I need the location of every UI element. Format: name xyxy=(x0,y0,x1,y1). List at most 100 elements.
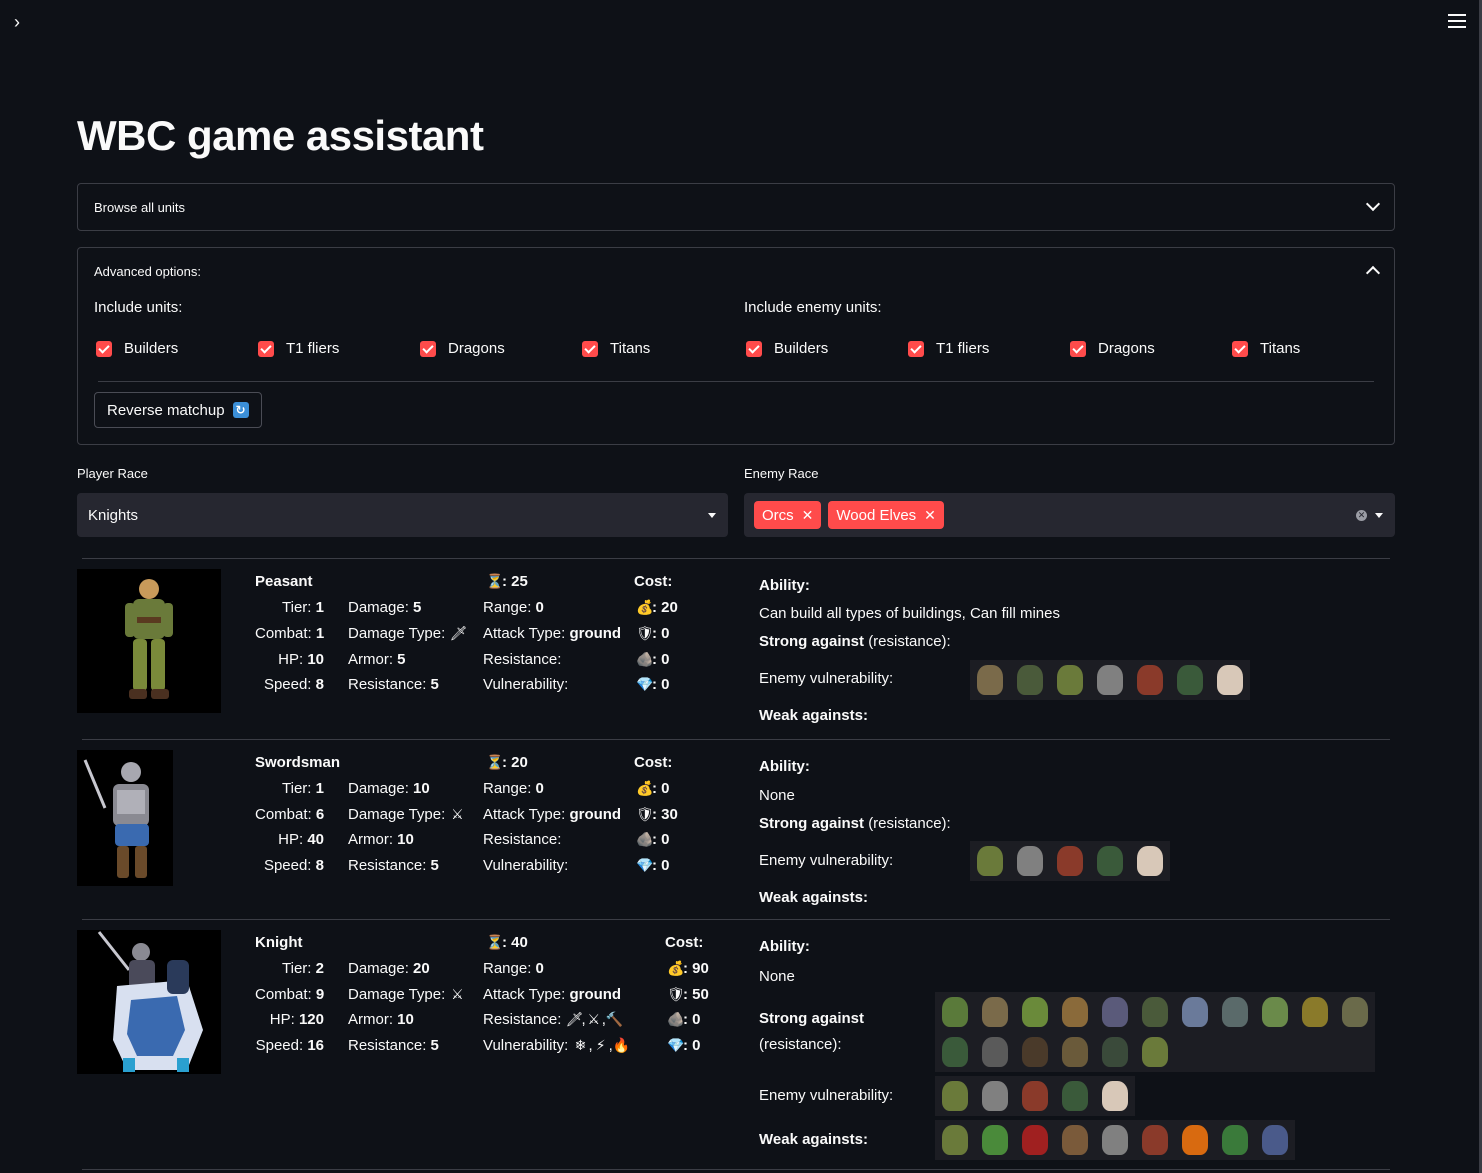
sidebar-toggle-icon[interactable]: › xyxy=(14,12,20,33)
enemy-unit-thumbnail xyxy=(1055,1032,1095,1072)
unit-damage-type: Damage Type: 🗡 xyxy=(348,625,468,642)
remove-tag-icon[interactable]: ✕ xyxy=(924,507,936,524)
remove-tag-icon[interactable]: ✕ xyxy=(802,507,814,524)
shield-icon: 🛡 xyxy=(636,806,654,822)
unit-armor: Armor: 10 xyxy=(348,831,414,848)
checkbox-t1-fliers[interactable]: T1 fliers xyxy=(258,340,420,357)
unit-damage: Damage: 10 xyxy=(348,780,430,797)
strong-against-label: Strong against (resistance): xyxy=(759,815,951,832)
browse-units-expander[interactable]: Browse all units xyxy=(77,183,1395,231)
stone-icon: 🪨 xyxy=(667,1011,685,1027)
unit-resistance: Resistance: 5 xyxy=(348,857,439,874)
enemy-unit-thumbnail xyxy=(970,660,1010,700)
reverse-matchup-button[interactable]: Reverse matchup ↻ xyxy=(94,392,262,428)
checkbox-titans[interactable]: Titans xyxy=(582,340,744,357)
checkbox-enemy-builders[interactable]: Builders xyxy=(746,340,908,357)
enemy-unit-thumbnail xyxy=(975,1120,1015,1160)
enemy-unit-thumbnail xyxy=(1215,1120,1255,1160)
unit-damage: Damage: 5 xyxy=(348,599,422,616)
unit-name: Peasant xyxy=(255,573,313,590)
checkbox-enemy-dragons[interactable]: Dragons xyxy=(1070,340,1232,357)
unit-vulnerability: Vulnerability: ❄, ⚡ ,🔥 xyxy=(483,1037,631,1054)
enemy-unit-thumbnail xyxy=(1135,1120,1175,1160)
enemy-unit-thumbnail xyxy=(1135,1032,1175,1072)
snowflake-icon: ❄ xyxy=(574,1037,587,1053)
gold-bag-icon: 💰 xyxy=(636,780,654,796)
cost-gold: 💰: 20 xyxy=(636,599,678,616)
enemy-unit-thumbnail xyxy=(1010,660,1050,700)
enemy-unit-thumbnail xyxy=(1255,992,1295,1032)
include-units-label: Include units: xyxy=(94,299,183,316)
unit-card-peasant: Peasant Tier: 1 Combat: 1 HP: 10 Speed: … xyxy=(77,569,1395,739)
enemy-unit-thumbnail xyxy=(1215,992,1255,1032)
enemy-race-multiselect[interactable]: Orcs ✕ Wood Elves ✕ ✕ xyxy=(744,493,1395,537)
enemy-unit-thumbnail xyxy=(1335,992,1375,1032)
dropdown-caret-icon xyxy=(708,513,716,518)
unit-tier: Tier: 1 xyxy=(282,599,324,616)
checkbox-dragons[interactable]: Dragons xyxy=(420,340,582,357)
hourglass-icon: ⏳ xyxy=(486,754,504,770)
gem-icon: 💎 xyxy=(636,676,654,692)
enemy-unit-thumbnail xyxy=(1175,1120,1215,1160)
hamburger-menu-icon[interactable] xyxy=(1448,14,1466,32)
enemy-unit-thumbnail xyxy=(1015,1120,1055,1160)
include-units-checkboxes: Builders T1 fliers Dragons Titans xyxy=(96,340,744,357)
enemy-unit-thumbnail xyxy=(1055,1076,1095,1116)
enemy-race-label: Enemy Race xyxy=(744,466,819,481)
divider xyxy=(82,919,1390,920)
enemy-unit-thumbnail xyxy=(1295,992,1335,1032)
cost-gem: 💎: 0 xyxy=(636,857,670,874)
enemy-unit-thumbnail xyxy=(1095,1032,1135,1072)
weak-against-label: Weak againsts: xyxy=(759,707,868,724)
cost-stone: 🪨: 0 xyxy=(667,1011,701,1028)
unit-vulnerability: Vulnerability: xyxy=(483,676,569,693)
unit-name: Knight xyxy=(255,934,303,951)
enemy-unit-thumbnail xyxy=(1095,1120,1135,1160)
cost-wood: 🛡: 50 xyxy=(667,986,709,1003)
enemy-vulnerability-icons xyxy=(970,841,1170,881)
include-enemy-units-label: Include enemy units: xyxy=(744,299,882,316)
cost-stone: 🪨: 0 xyxy=(636,831,670,848)
clear-all-icon[interactable]: ✕ xyxy=(1356,510,1367,521)
unit-build-time: ⏳: 20 xyxy=(486,754,528,771)
gem-icon: 💎 xyxy=(636,857,654,873)
unit-range: Range: 0 xyxy=(483,960,544,977)
enemy-unit-thumbnail xyxy=(1095,992,1135,1032)
ability-text: None xyxy=(759,787,795,804)
page-title: WBC game assistant xyxy=(77,112,484,159)
checkbox-enemy-t1-fliers[interactable]: T1 fliers xyxy=(908,340,1070,357)
player-race-select[interactable]: Knights xyxy=(77,493,728,537)
unit-portrait xyxy=(77,930,221,1074)
enemy-unit-thumbnail xyxy=(1015,992,1055,1032)
player-race-label: Player Race xyxy=(77,466,148,481)
enemy-unit-thumbnail xyxy=(1210,660,1250,700)
unit-range: Range: 0 xyxy=(483,780,544,797)
checkbox-enemy-titans[interactable]: Titans xyxy=(1232,340,1394,357)
hourglass-icon: ⏳ xyxy=(486,934,504,950)
strong-against-label: Strong against (resistance): xyxy=(759,633,951,650)
unit-cost-label: Cost: xyxy=(634,754,673,771)
strong-against-paren: (resistance): xyxy=(759,1036,842,1053)
unit-build-time: ⏳: 25 xyxy=(486,573,528,590)
unit-combat: Combat: 1 xyxy=(255,625,325,642)
unit-portrait xyxy=(77,750,173,886)
enemy-unit-thumbnail xyxy=(935,1076,975,1116)
crossed-swords-icon: ⚔ xyxy=(587,1011,600,1027)
unit-armor: Armor: 5 xyxy=(348,651,406,668)
unit-resistance: Resistance: 5 xyxy=(348,676,439,693)
unit-portrait xyxy=(77,569,221,713)
enemy-unit-thumbnail xyxy=(1050,841,1090,881)
checkbox-builders[interactable]: Builders xyxy=(96,340,258,357)
enemy-unit-thumbnail xyxy=(1010,841,1050,881)
unit-cost-label: Cost: xyxy=(634,573,673,590)
enemy-tag-wood-elves[interactable]: Wood Elves ✕ xyxy=(828,501,944,529)
advanced-options-header[interactable]: Advanced options: xyxy=(78,248,1394,294)
enemy-vulnerability-icons xyxy=(970,660,1250,700)
enemy-tag-orcs[interactable]: Orcs ✕ xyxy=(754,501,822,529)
enemy-unit-thumbnail xyxy=(1015,1032,1055,1072)
ability-label: Ability: xyxy=(759,938,810,955)
unit-tier: Tier: 2 xyxy=(282,960,324,977)
unit-tier: Tier: 1 xyxy=(282,780,324,797)
dropdown-caret-icon xyxy=(1375,513,1383,518)
unit-damage-type: Damage Type: ⚔ xyxy=(348,806,464,823)
